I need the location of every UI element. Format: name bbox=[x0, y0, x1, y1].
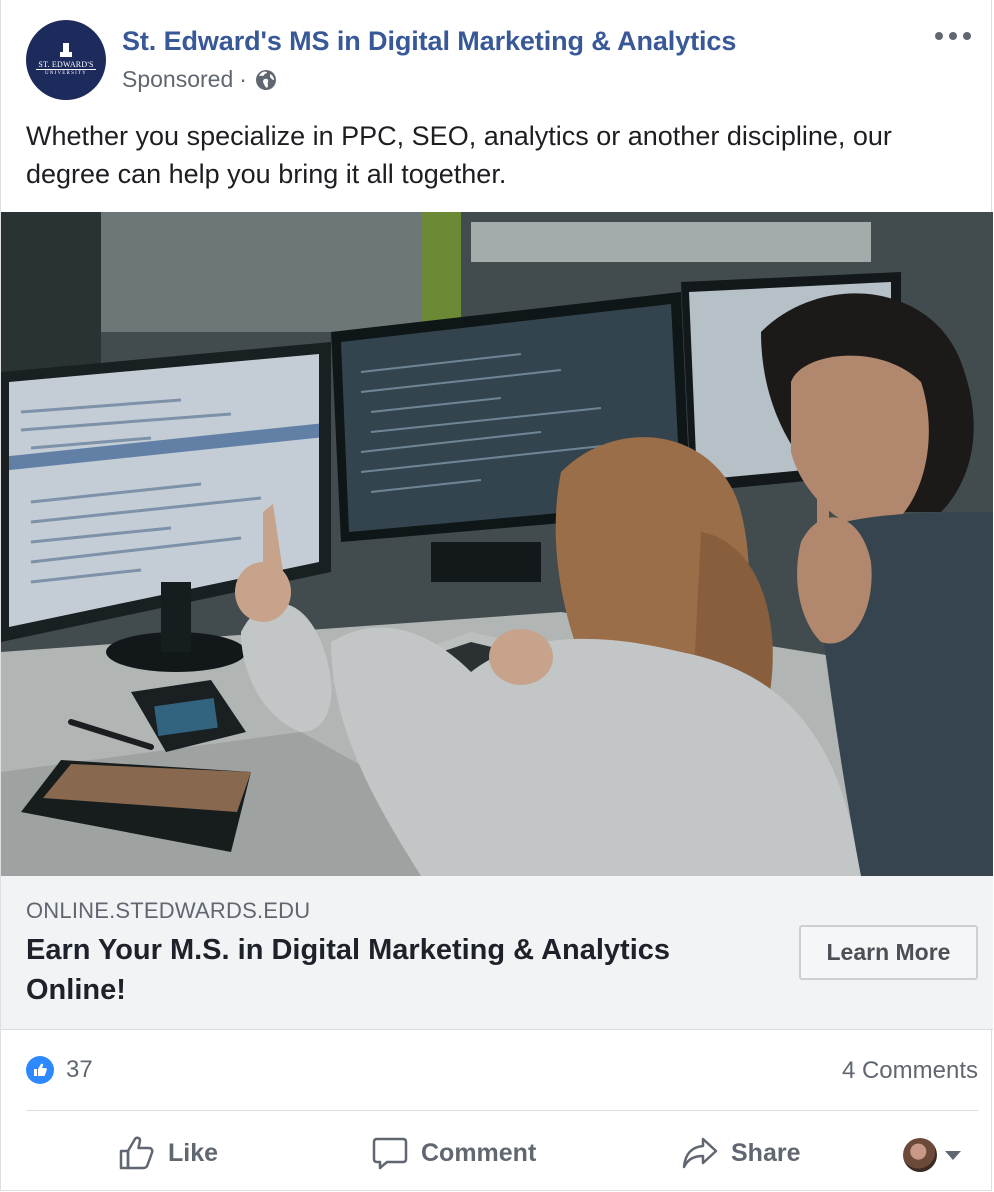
sponsored-label[interactable]: Sponsored bbox=[122, 66, 233, 93]
comment-button[interactable]: Comment bbox=[371, 1132, 536, 1174]
more-dot bbox=[963, 32, 971, 40]
avatar-wordmark-bottom: UNIVERSITY bbox=[45, 71, 87, 76]
more-options-icon[interactable] bbox=[935, 26, 971, 46]
link-domain: ONLINE.STEDWARDS.EDU bbox=[26, 898, 311, 923]
more-dot bbox=[949, 32, 957, 40]
post-meta: Sponsored · bbox=[122, 66, 277, 93]
avatar-wordmark-top: ST. EDWARD'S bbox=[36, 60, 96, 70]
chevron-down-icon bbox=[945, 1150, 961, 1160]
ad-photo-illustration bbox=[1, 212, 993, 876]
thumbs-up-icon bbox=[119, 1136, 154, 1170]
post-actions: Like Comment Share bbox=[1, 1112, 993, 1192]
link-headline[interactable]: Earn Your M.S. in Digital Marketing & An… bbox=[26, 930, 746, 1010]
speech-bubble-icon bbox=[372, 1137, 408, 1170]
page-name-link[interactable]: St. Edward's MS in Digital Marketing & A… bbox=[122, 26, 736, 57]
share-label: Share bbox=[731, 1138, 801, 1167]
post-body-text: Whether you specialize in PPC, SEO, anal… bbox=[26, 121, 892, 189]
like-reaction-icon bbox=[26, 1056, 54, 1084]
like-label: Like bbox=[168, 1138, 219, 1167]
share-button[interactable]: Share bbox=[681, 1132, 800, 1174]
engagement-bar: 37 4 Comments bbox=[26, 1030, 978, 1110]
globe-icon[interactable] bbox=[255, 69, 277, 91]
post-header: ST. EDWARD'S UNIVERSITY St. Edward's MS … bbox=[1, 0, 991, 110]
reactions-summary[interactable]: 37 bbox=[26, 1056, 93, 1084]
sponsored-post: ST. EDWARD'S UNIVERSITY St. Edward's MS … bbox=[0, 0, 993, 1192]
university-tower-icon bbox=[60, 43, 72, 57]
comments-count-link[interactable]: 4 Comments bbox=[842, 1057, 978, 1085]
meta-separator: · bbox=[239, 66, 247, 92]
share-arrow-icon bbox=[682, 1137, 718, 1169]
learn-more-button[interactable]: Learn More bbox=[799, 925, 978, 980]
like-button[interactable]: Like bbox=[118, 1132, 218, 1174]
like-count: 37 bbox=[66, 1056, 93, 1083]
comment-label: Comment bbox=[421, 1138, 537, 1167]
link-preview[interactable]: ONLINE.STEDWARDS.EDU Earn Your M.S. in D… bbox=[1, 876, 993, 1030]
actions-divider bbox=[26, 1110, 978, 1111]
profile-selector[interactable] bbox=[903, 1134, 961, 1176]
more-dot bbox=[935, 32, 943, 40]
viewer-avatar bbox=[903, 1138, 937, 1172]
ad-image[interactable] bbox=[1, 212, 993, 876]
page-avatar[interactable]: ST. EDWARD'S UNIVERSITY bbox=[26, 20, 106, 100]
